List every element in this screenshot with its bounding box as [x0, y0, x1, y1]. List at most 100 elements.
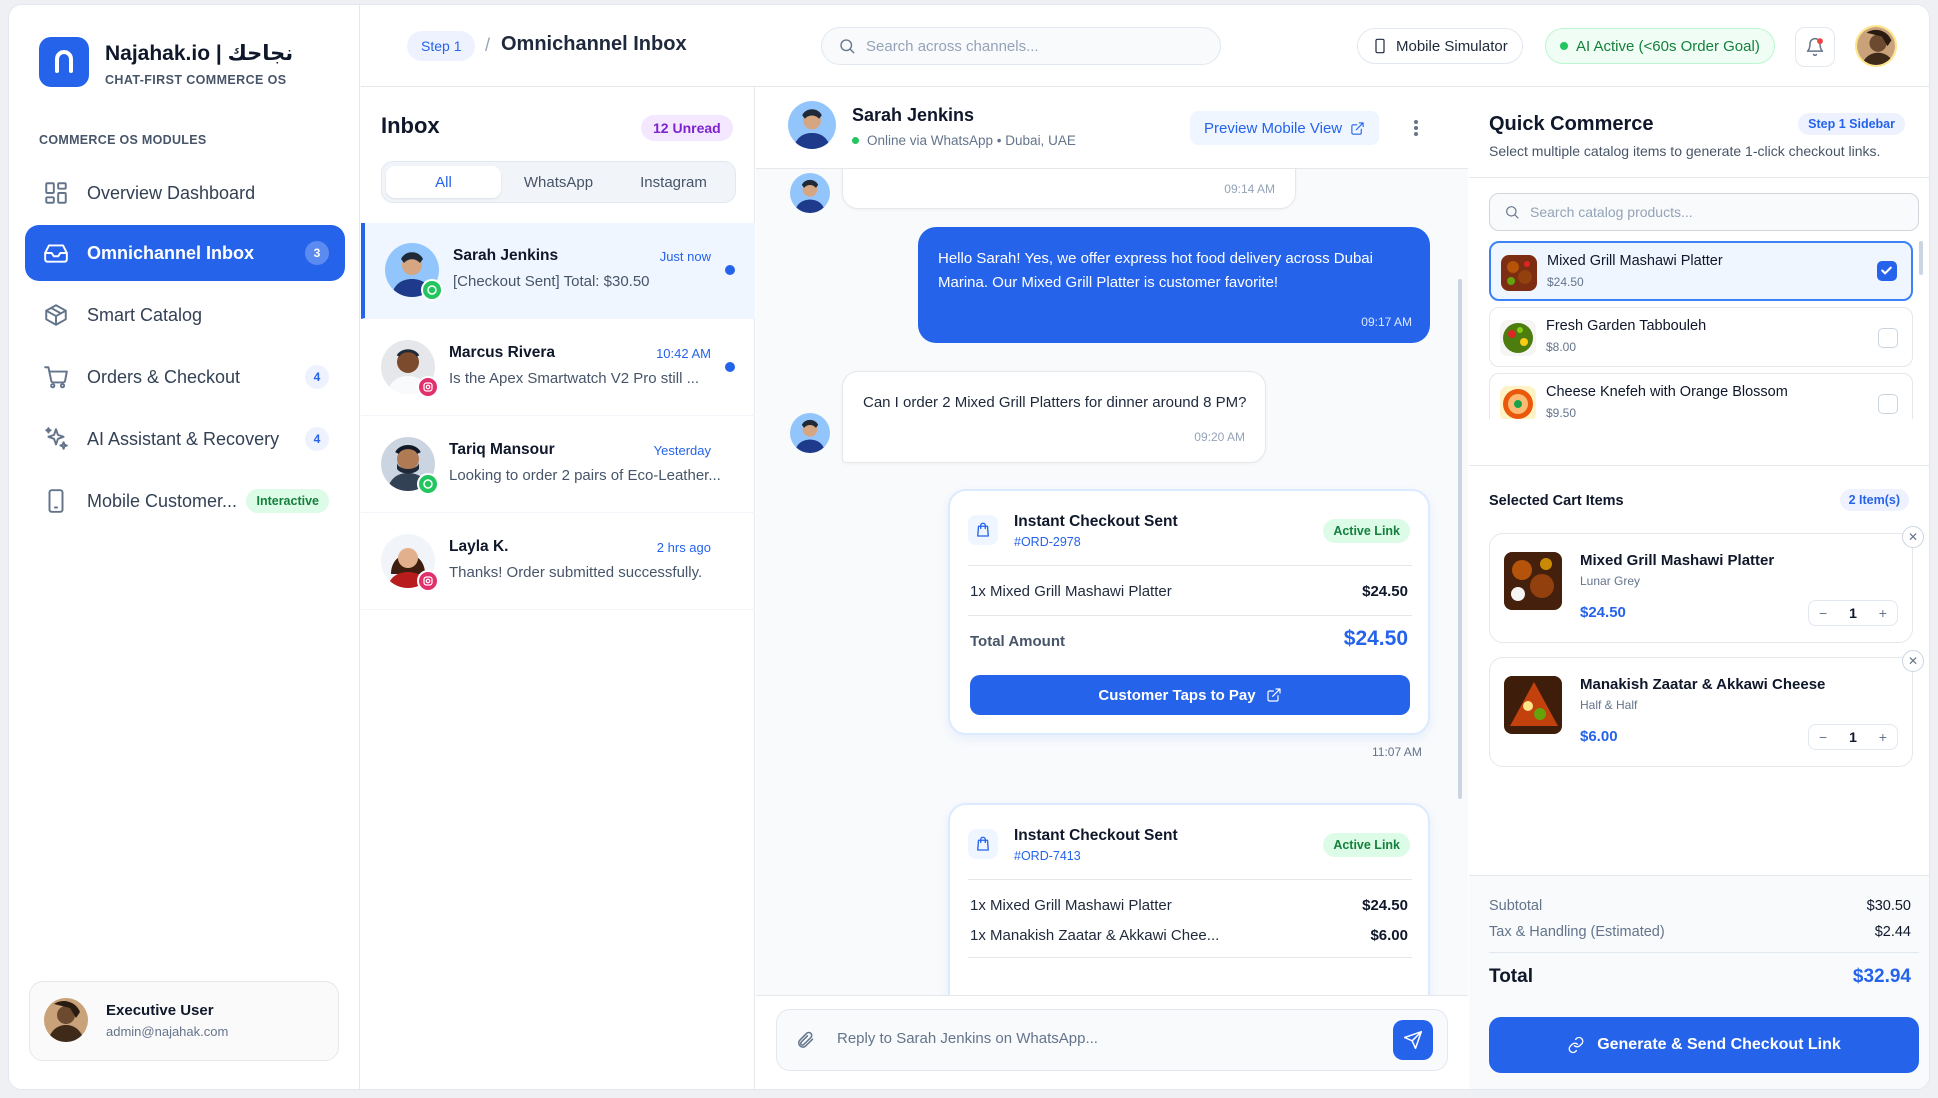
contact-name: Sarah Jenkins [453, 247, 559, 264]
sidebar-item-overview[interactable]: Overview Dashboard [25, 165, 345, 221]
channel-tabs: All WhatsApp Instagram [381, 161, 736, 203]
sidebar-item-label: Overview Dashboard [87, 182, 256, 203]
quantity-value: 1 [1849, 729, 1857, 745]
logo-icon [55, 50, 73, 73]
plus-icon[interactable]: + [1879, 605, 1887, 621]
total-label: Total [1489, 966, 1533, 987]
message-time: 09:17 AM [1361, 315, 1412, 329]
message-thread[interactable]: 09:14 AM Hello Sarah! Yes, we offer expr… [756, 169, 1468, 995]
header-avatar[interactable] [1855, 25, 1897, 67]
quantity-stepper[interactable]: − 1 + [1808, 724, 1898, 750]
chat-contact-name: Sarah Jenkins [852, 105, 975, 125]
sidebar-item-mobile-customer[interactable]: Mobile Customer... Interactive [25, 473, 345, 529]
conversation-item[interactable]: Sarah Jenkins Just now [Checkout Sent] T… [361, 223, 755, 319]
tab-whatsapp[interactable]: WhatsApp [501, 166, 616, 198]
remove-item-icon[interactable]: ✕ [1902, 650, 1924, 672]
contact-status-text: Online via WhatsApp • Dubai, UAE [867, 133, 1076, 148]
message-time: 09:20 AM [1194, 430, 1245, 444]
catalog-list[interactable]: Mixed Grill Mashawi Platter $24.50 Fresh… [1469, 239, 1929, 419]
avatar [788, 101, 836, 149]
chat-contact-status: Online via WhatsApp • Dubai, UAE [852, 133, 1076, 148]
checkout-time: 11:07 AM [1372, 745, 1422, 759]
message-text: Hello Sarah! Yes, we offer express hot f… [938, 250, 1373, 291]
remove-item-icon[interactable]: ✕ [1902, 526, 1924, 548]
shopping-bag-icon [968, 829, 998, 859]
cart-item-price: $24.50 [1580, 604, 1626, 621]
scrollbar[interactable] [1919, 241, 1923, 275]
message-time: 2 hrs ago [656, 540, 711, 555]
link-icon [1568, 1036, 1584, 1054]
checkout-title: Instant Checkout Sent [1014, 827, 1178, 844]
minus-icon[interactable]: − [1819, 729, 1827, 745]
reply-placeholder: Reply to Sarah Jenkins on WhatsApp... [837, 1030, 1098, 1047]
user-profile-card[interactable]: Executive User admin@najahak.com [29, 981, 339, 1061]
cart-title: Selected Cart Items [1489, 493, 1624, 509]
avatar [44, 998, 88, 1042]
instagram-icon [417, 570, 439, 592]
app-logo[interactable] [39, 37, 89, 87]
quantity-stepper[interactable]: − 1 + [1808, 600, 1898, 626]
customer-pay-button[interactable]: Customer Taps to Pay [970, 675, 1410, 715]
search-placeholder: Search across channels... [866, 37, 1039, 55]
product-price: $24.50 [1547, 275, 1584, 289]
cart-item-variant: Lunar Grey [1580, 574, 1641, 588]
generate-checkout-button[interactable]: Generate & Send Checkout Link [1489, 1017, 1919, 1073]
plus-icon[interactable]: + [1879, 729, 1887, 745]
subtotal-value: $30.50 [1866, 898, 1911, 914]
paperclip-icon[interactable] [795, 1030, 815, 1050]
minus-icon[interactable]: − [1819, 605, 1827, 621]
conversation-item[interactable]: Marcus Rivera 10:42 AM Is the Apex Smart… [361, 320, 755, 416]
conversation-item[interactable]: Tariq Mansour Yesterday Looking to order… [361, 417, 755, 513]
instagram-icon [417, 376, 439, 398]
product-price: $8.00 [1546, 340, 1577, 354]
sidebar-item-label: Smart Catalog [87, 304, 203, 325]
divider [1489, 952, 1919, 953]
catalog-search-placeholder: Search catalog products... [1530, 204, 1693, 220]
catalog-search-input[interactable]: Search catalog products... [1489, 193, 1919, 231]
ai-count-badge: 4 [305, 427, 329, 451]
cart-item-variant: Half & Half [1580, 698, 1638, 712]
sparkles-icon [45, 427, 68, 450]
sidebar-item-orders[interactable]: Orders & Checkout 4 [25, 349, 345, 405]
user-name: Executive User [106, 1002, 214, 1019]
notifications-button[interactable] [1795, 27, 1835, 67]
avatar [790, 173, 830, 213]
checkbox-icon[interactable] [1878, 394, 1898, 414]
conversation-item[interactable]: Layla K. 2 hrs ago Thanks! Order submitt… [361, 514, 755, 610]
quick-commerce-panel: Quick Commerce Step 1 Sidebar Select mul… [1469, 87, 1929, 1089]
checkbox-icon[interactable] [1878, 328, 1898, 348]
more-options-icon[interactable] [1406, 115, 1426, 141]
divider [1469, 177, 1929, 178]
catalog-item[interactable]: Mixed Grill Mashawi Platter $24.50 [1489, 241, 1913, 301]
reply-input[interactable]: Reply to Sarah Jenkins on WhatsApp... [776, 1009, 1448, 1071]
cart-icon [44, 366, 68, 389]
product-image [1500, 320, 1536, 356]
line-price: $6.00 [1370, 927, 1408, 944]
checkbox-checked-icon[interactable] [1877, 261, 1897, 281]
sidebar-item-inbox[interactable]: Omnichannel Inbox 3 [25, 225, 345, 281]
sidebar-item-catalog[interactable]: Smart Catalog [25, 287, 345, 343]
divider [968, 879, 1412, 880]
mobile-simulator-button[interactable]: Mobile Simulator [1357, 28, 1523, 64]
inbox-title: Inbox [381, 113, 440, 138]
send-button[interactable] [1393, 1020, 1433, 1060]
cart-item: Mixed Grill Mashawi Platter Lunar Grey $… [1489, 526, 1924, 643]
phone-icon [1375, 38, 1385, 54]
preview-mobile-button[interactable]: Preview Mobile View [1190, 111, 1380, 145]
global-search-input[interactable]: Search across channels... [821, 27, 1221, 65]
sidebar-item-ai-assistant[interactable]: AI Assistant & Recovery 4 [25, 411, 345, 467]
ai-status-pill[interactable]: AI Active (<60s Order Goal) [1545, 28, 1775, 64]
app-window: Najahak.io | نجاحك CHAT-FIRST COMMERCE O… [8, 4, 1930, 1090]
external-link-icon [1351, 121, 1364, 135]
tab-all[interactable]: All [386, 166, 501, 198]
catalog-item[interactable]: Cheese Knefeh with Orange Blossom $9.50 [1489, 373, 1913, 419]
tab-instagram[interactable]: Instagram [616, 166, 731, 198]
contact-name: Marcus Rivera [449, 344, 555, 361]
bell-icon [1806, 37, 1824, 57]
chat-panel: 09:14 AM Hello Sarah! Yes, we offer expr… [756, 87, 1468, 1089]
catalog-item[interactable]: Fresh Garden Tabbouleh $8.00 [1489, 307, 1913, 367]
brand-tagline: CHAT-FIRST COMMERCE OS [105, 73, 287, 87]
scrollbar[interactable] [1458, 279, 1462, 799]
cart-item: Manakish Zaatar & Akkawi Cheese Half & H… [1489, 650, 1924, 767]
contact-name: Layla K. [449, 538, 509, 555]
